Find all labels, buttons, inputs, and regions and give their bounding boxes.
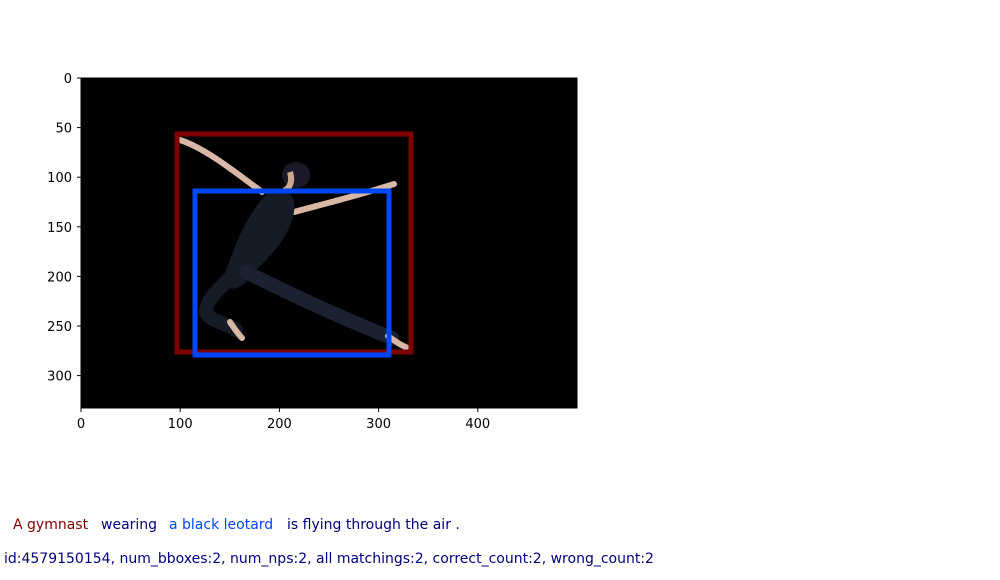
x-tick-label: 100: [168, 417, 193, 432]
caption: A gymnast wearing a black leotard is fly…: [0, 516, 1000, 534]
annotated-figure: 0 50 100 150 200 250 300 0 100 200 300 4…: [47, 72, 578, 432]
match-info: id:4579150154, num_bboxes:2, num_nps:2, …: [4, 551, 654, 567]
y-tick-label: 50: [55, 122, 72, 137]
x-tick-label: 400: [465, 417, 490, 432]
caption-phrase-black-leotard: a black leotard: [169, 517, 274, 533]
y-tick-label: 150: [47, 221, 72, 236]
y-tick-label: 250: [47, 320, 72, 335]
y-tick-label: 0: [64, 72, 72, 87]
y-tick-label: 300: [47, 370, 72, 385]
image-background: [81, 78, 577, 408]
caption-word-wearing: wearing: [101, 517, 158, 533]
y-axis: 0 50 100 150 200 250 300: [47, 72, 81, 385]
caption-rest: is flying through the air .: [287, 517, 460, 533]
x-tick-label: 0: [77, 417, 85, 432]
y-tick-label: 200: [47, 270, 72, 285]
x-tick-label: 200: [267, 417, 292, 432]
caption-phrase-gymnast: A gymnast: [13, 517, 89, 533]
x-axis: 0 100 200 300 400: [77, 408, 490, 432]
x-tick-label: 300: [366, 417, 391, 432]
y-tick-label: 100: [47, 171, 72, 186]
